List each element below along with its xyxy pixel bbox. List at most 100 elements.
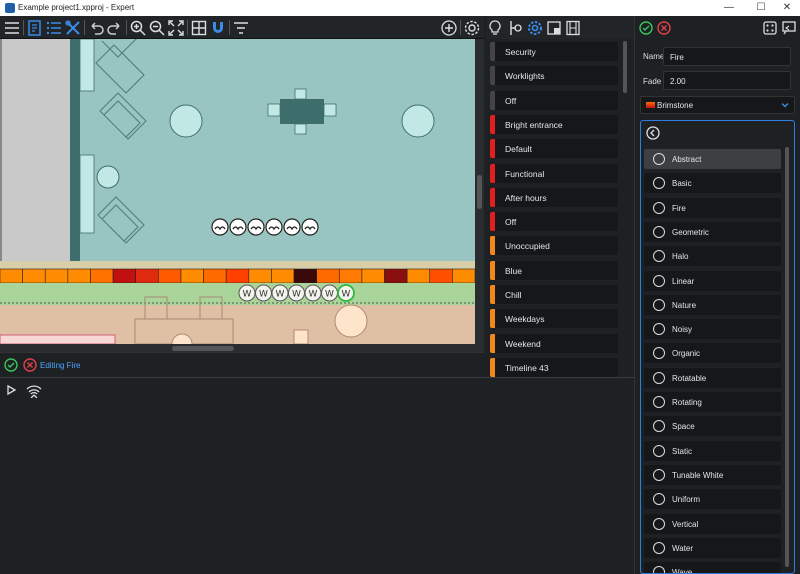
- led-segment[interactable]: [0, 268, 23, 284]
- category-item[interactable]: Fire: [644, 197, 781, 218]
- back-icon[interactable]: [646, 126, 660, 140]
- zoom-in-icon[interactable]: [129, 19, 147, 37]
- led-segment[interactable]: [158, 268, 182, 284]
- category-item[interactable]: Tunable White: [644, 464, 781, 485]
- led-segment[interactable]: [316, 268, 340, 284]
- category-item[interactable]: Uniform: [644, 489, 781, 510]
- fixture-icon[interactable]: W: [271, 284, 289, 302]
- category-item[interactable]: Rotating: [644, 392, 781, 412]
- canvas-horizontal-scrollbar[interactable]: [0, 344, 484, 352]
- fixture-icon[interactable]: [283, 218, 301, 236]
- filter-icon[interactable]: [232, 19, 250, 37]
- led-segment[interactable]: [271, 268, 295, 284]
- category-item[interactable]: Space: [644, 416, 781, 437]
- timeline-panel[interactable]: [0, 377, 638, 574]
- scene-item[interactable]: Chill: [490, 285, 618, 304]
- category-scrollbar[interactable]: [785, 147, 790, 573]
- scene-icon[interactable]: [546, 20, 562, 36]
- scene-item[interactable]: After hours: [490, 187, 618, 207]
- fixture-icon[interactable]: W: [321, 284, 338, 302]
- scene-item[interactable]: Worklights: [490, 66, 618, 86]
- fixture-icon[interactable]: [508, 20, 522, 36]
- canvas-vertical-scrollbar[interactable]: [475, 39, 484, 344]
- fade-field[interactable]: 2.00: [663, 71, 791, 90]
- fixture-icon[interactable]: [229, 218, 247, 236]
- led-segment[interactable]: [67, 268, 91, 284]
- bulb-icon[interactable]: [488, 20, 502, 36]
- confirm-icon[interactable]: [4, 358, 18, 372]
- grid-icon[interactable]: [190, 19, 208, 37]
- scroll-thumb[interactable]: [785, 147, 789, 567]
- category-item[interactable]: Basic: [644, 173, 781, 194]
- scene-item[interactable]: Bright entrance: [490, 114, 618, 134]
- play-icon[interactable]: [5, 384, 17, 396]
- category-item[interactable]: Water: [644, 537, 781, 558]
- fixture-icon[interactable]: [265, 218, 283, 236]
- undo-icon[interactable]: [87, 19, 105, 37]
- fixture-icon[interactable]: W: [304, 284, 322, 302]
- led-segment[interactable]: [90, 268, 114, 284]
- category-item[interactable]: Geometric: [644, 221, 781, 242]
- confirm-icon[interactable]: [639, 21, 653, 35]
- scene-item[interactable]: Timeline 43: [490, 357, 618, 377]
- fixture-icon[interactable]: W: [238, 284, 256, 302]
- cancel-icon[interactable]: [657, 21, 671, 35]
- name-field[interactable]: Fire: [663, 47, 791, 66]
- scene-item[interactable]: Weekdays: [490, 309, 618, 329]
- add-icon[interactable]: [440, 19, 458, 37]
- menu-icon[interactable]: [3, 19, 21, 37]
- cancel-icon[interactable]: [23, 358, 37, 372]
- led-segment[interactable]: [406, 268, 431, 284]
- zoom-out-icon[interactable]: [148, 19, 166, 37]
- list-icon[interactable]: [45, 19, 63, 37]
- broadcast-icon[interactable]: [26, 382, 42, 399]
- scene-item[interactable]: Off: [490, 212, 618, 232]
- random-icon[interactable]: [762, 20, 778, 36]
- scroll-thumb[interactable]: [623, 41, 627, 93]
- led-segment[interactable]: [180, 268, 204, 284]
- fit-icon[interactable]: [167, 19, 185, 37]
- category-item[interactable]: Noisy: [644, 319, 781, 340]
- category-item[interactable]: Rotatable: [644, 367, 781, 388]
- category-item[interactable]: Static: [644, 440, 781, 461]
- message-icon[interactable]: [781, 20, 797, 36]
- scene-list-scrollbar[interactable]: [622, 39, 628, 377]
- category-item[interactable]: Nature: [644, 294, 781, 315]
- category-item[interactable]: Wave: [644, 562, 781, 573]
- fixture-icon[interactable]: [301, 218, 319, 236]
- gear-icon[interactable]: [527, 20, 543, 36]
- led-segment[interactable]: [203, 268, 227, 284]
- scroll-thumb[interactable]: [477, 175, 482, 209]
- close-button[interactable]: ✕: [772, 0, 800, 16]
- led-segment[interactable]: [429, 268, 453, 284]
- led-segment[interactable]: [22, 268, 46, 284]
- fixture-icon[interactable]: [211, 218, 229, 236]
- redo-icon[interactable]: [106, 19, 124, 37]
- fixture-icon[interactable]: W: [255, 284, 272, 302]
- scene-item[interactable]: Security: [490, 42, 618, 61]
- led-segment[interactable]: [293, 268, 317, 284]
- floorplan-icon[interactable]: [26, 19, 44, 37]
- category-item[interactable]: Vertical: [644, 513, 781, 534]
- led-segment[interactable]: [384, 268, 408, 284]
- scene-item[interactable]: Default: [490, 139, 618, 159]
- scene-item[interactable]: Weekend: [490, 333, 618, 353]
- fixture-icon[interactable]: W: [288, 284, 305, 302]
- tools-icon[interactable]: [64, 19, 82, 37]
- scroll-thumb[interactable]: [172, 346, 234, 351]
- fixture-icon[interactable]: W: [337, 284, 355, 302]
- fixture-icon[interactable]: [247, 218, 265, 236]
- led-segment[interactable]: [361, 268, 385, 284]
- led-segment[interactable]: [338, 268, 363, 284]
- scene-item[interactable]: Unoccupied: [490, 236, 618, 256]
- effect-select[interactable]: Brimstone: [640, 96, 795, 114]
- led-segment[interactable]: [248, 268, 272, 284]
- led-segment[interactable]: [225, 268, 250, 284]
- settings-icon[interactable]: [463, 19, 481, 37]
- category-item[interactable]: Organic: [644, 343, 781, 364]
- category-item[interactable]: Halo: [644, 246, 781, 267]
- magnet-icon[interactable]: [209, 19, 227, 37]
- category-item[interactable]: Linear: [644, 270, 781, 291]
- category-item[interactable]: Abstract: [644, 149, 781, 169]
- film-icon[interactable]: [565, 20, 581, 36]
